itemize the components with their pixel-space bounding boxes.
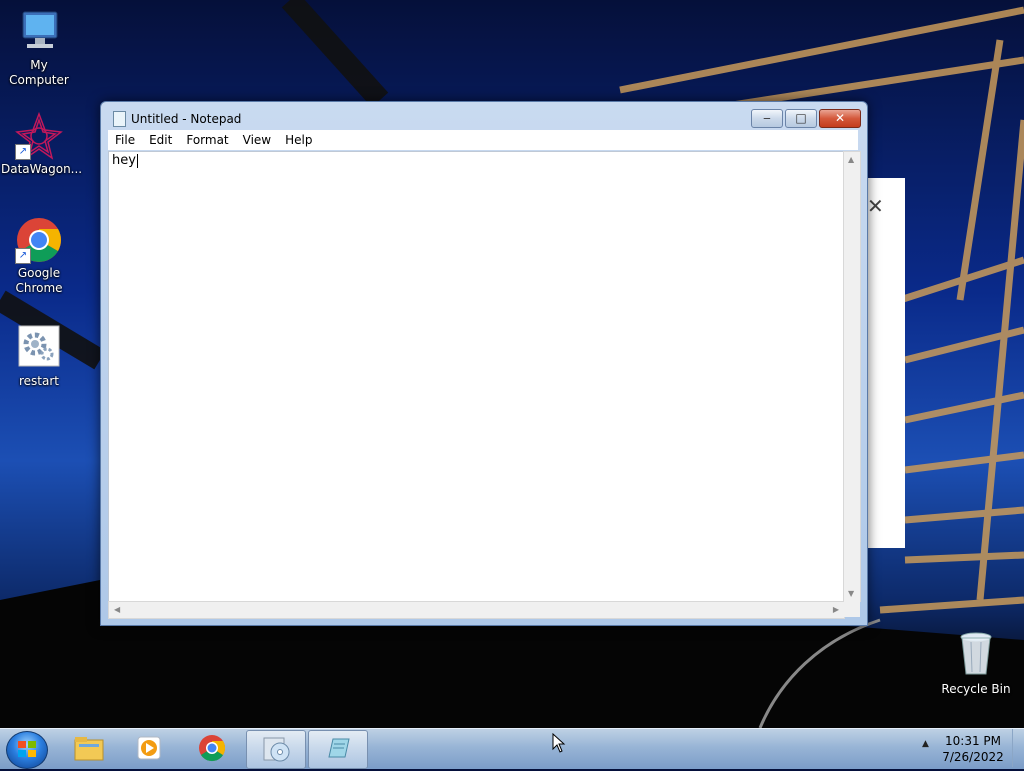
minimize-button[interactable]: ‒ — [751, 109, 783, 128]
vertical-scrollbar[interactable]: ▲ ▼ — [843, 151, 861, 602]
maximize-button[interactable]: □ — [785, 109, 817, 128]
show-desktop-button[interactable] — [1012, 729, 1024, 767]
background-window: ✕ — [866, 178, 905, 548]
menu-view[interactable]: View — [236, 130, 278, 150]
notepad-icon — [323, 735, 353, 763]
taskbar — [0, 728, 1024, 769]
desktop-icon-my-computer[interactable]: My Computer — [1, 8, 77, 88]
datawagon-icon: ↗ — [15, 111, 63, 160]
scroll-up-icon[interactable]: ▲ — [848, 155, 854, 164]
taskbar-chrome-button[interactable] — [183, 730, 241, 767]
text-caret — [136, 153, 138, 168]
restart-gear-icon — [15, 324, 63, 372]
close-icon[interactable]: ✕ — [867, 196, 884, 216]
start-button[interactable] — [6, 731, 48, 769]
taskbar-media-player-button[interactable] — [120, 730, 178, 767]
desktop-icon-google-chrome[interactable]: ↗ Google Chrome — [1, 216, 77, 296]
menu-file[interactable]: File — [108, 130, 142, 150]
explorer-folder-icon — [74, 734, 104, 762]
windows-logo-icon — [18, 741, 36, 757]
taskbar-notepad-button[interactable] — [308, 730, 368, 769]
chrome-icon: ↗ — [15, 216, 63, 264]
disc-utility-icon — [261, 735, 291, 763]
desktop-icon-label: Google Chrome — [15, 266, 63, 295]
editor-content: hey — [112, 153, 136, 168]
desktop-icon-restart[interactable]: restart — [1, 324, 77, 389]
show-hidden-icons-icon[interactable]: ▲ — [922, 739, 929, 749]
title-bar[interactable]: Untitled - Notepad ‒ □ ✕ — [101, 102, 867, 130]
menu-help[interactable]: Help — [278, 130, 319, 150]
clock-time: 10:31 PM — [945, 734, 1001, 748]
window-title: Untitled - Notepad — [131, 112, 242, 126]
menu-format[interactable]: Format — [179, 130, 235, 150]
chrome-icon — [197, 734, 227, 762]
desktop-icon-label: My Computer — [9, 58, 69, 87]
mouse-cursor-icon — [552, 733, 566, 753]
scroll-left-icon[interactable]: ◀ — [114, 605, 120, 614]
horizontal-scrollbar[interactable]: ◀ ▶ — [108, 601, 845, 619]
media-player-icon — [134, 734, 164, 762]
recycle-bin-icon — [959, 632, 993, 676]
desktop-icon-label: Recycle Bin — [941, 682, 1011, 696]
shortcut-arrow-icon: ↗ — [15, 144, 31, 160]
computer-icon — [15, 8, 63, 56]
desktop-icon-datawagon[interactable]: ↗ DataWagon... — [1, 111, 83, 177]
desktop-icon-label: DataWagon... — [1, 162, 83, 176]
notepad-icon — [113, 111, 126, 127]
resize-grip-icon[interactable] — [844, 601, 860, 617]
scroll-down-icon[interactable]: ▼ — [848, 589, 854, 598]
desktop-icon-recycle-bin[interactable]: Recycle Bin — [940, 632, 1012, 696]
clock-date: 7/26/2022 — [942, 750, 1004, 764]
taskbar-disc-utility-button[interactable] — [246, 730, 306, 769]
notepad-window: Untitled - Notepad ‒ □ ✕ File Edit Forma… — [100, 101, 868, 626]
menu-bar: File Edit Format View Help — [108, 130, 858, 150]
scroll-right-icon[interactable]: ▶ — [833, 605, 839, 614]
text-editor[interactable]: hey — [108, 151, 844, 602]
close-button[interactable]: ✕ — [819, 109, 861, 128]
desktop-icon-label: restart — [18, 374, 59, 388]
menu-edit[interactable]: Edit — [142, 130, 179, 150]
taskbar-explorer-button[interactable] — [60, 730, 118, 767]
shortcut-arrow-icon: ↗ — [15, 248, 31, 264]
system-clock[interactable]: 10:31 PM 7/26/2022 — [936, 733, 1010, 765]
